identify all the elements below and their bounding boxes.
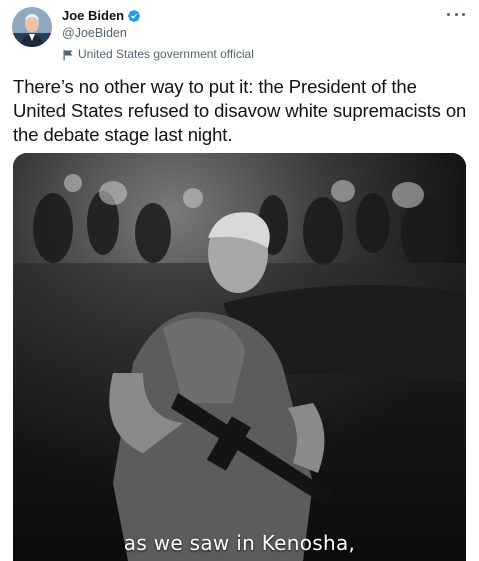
name-row: Joe Biden	[62, 7, 439, 25]
tweet-header: Joe Biden @JoeBiden United States govern…	[62, 7, 439, 62]
tweet-text: There’s no other way to put it: the Pres…	[13, 76, 467, 145]
more-dot	[454, 12, 458, 16]
government-label-text: United States government official	[78, 47, 254, 61]
verified-badge-icon	[127, 9, 141, 23]
video-frame	[13, 153, 466, 561]
display-name[interactable]: Joe Biden	[62, 7, 124, 25]
more-dot	[462, 12, 465, 16]
video-caption: as we saw in Kenosha,	[123, 531, 356, 555]
video-player[interactable]: as we saw in Kenosha,	[13, 153, 466, 561]
handle[interactable]: @JoeBiden	[62, 25, 439, 42]
more-options-icon[interactable]	[447, 8, 465, 20]
avatar[interactable]	[12, 7, 52, 47]
tweet-card: Joe Biden @JoeBiden United States govern…	[0, 0, 479, 561]
government-flag-icon	[62, 48, 74, 61]
more-dot	[447, 12, 450, 16]
affiliation-label: United States government official	[62, 46, 439, 62]
